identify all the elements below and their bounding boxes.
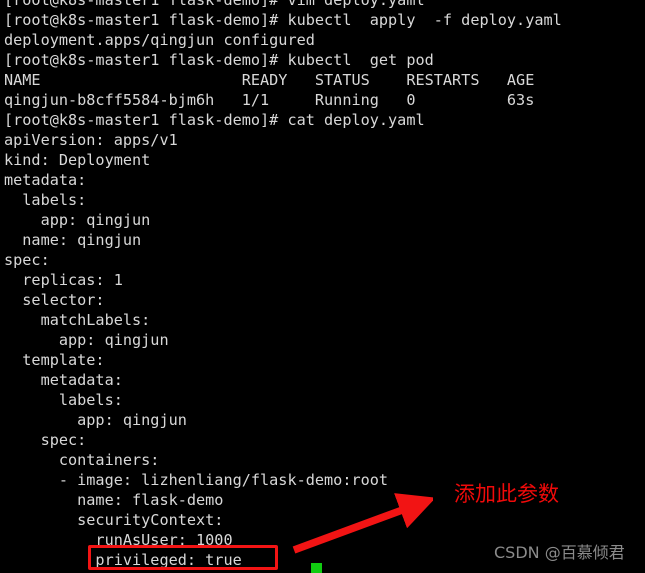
highlight-box-privileged: [88, 545, 278, 570]
terminal-line: kind: Deployment: [4, 151, 151, 169]
terminal-line: metadata:: [4, 171, 87, 189]
terminal-line: name: qingjun: [4, 231, 142, 249]
terminal-line: qingjun-b8cff5584-bjm6h 1/1 Running 0 63…: [4, 91, 535, 109]
terminal-line: [root@k8s-master1 flask-demo]# cat deplo…: [4, 111, 425, 129]
annotation-label: 添加此参数: [454, 482, 559, 506]
terminal-line: metadata:: [4, 371, 123, 389]
terminal-line: app: qingjun: [4, 411, 187, 429]
terminal-line: app: qingjun: [4, 331, 169, 349]
terminal-line: replicas: 1: [4, 271, 123, 289]
terminal-line: labels:: [4, 191, 87, 209]
terminal-line: [root@k8s-master1 flask-demo]# kubectl a…: [4, 11, 562, 29]
terminal-line: selector:: [4, 291, 105, 309]
terminal-line: spec:: [4, 431, 87, 449]
terminal-window[interactable]: [root@k8s-master1 flask-demo]# vim deplo…: [0, 0, 645, 573]
terminal-line: labels:: [4, 391, 123, 409]
annotation-arrow-icon: [292, 493, 433, 554]
terminal-line: NAME READY STATUS RESTARTS AGE: [4, 71, 535, 89]
terminal-line: matchLabels:: [4, 311, 151, 329]
terminal-line: [root@k8s-master1 flask-demo]# vim deplo…: [4, 0, 425, 9]
terminal-line: apiVersion: apps/v1: [4, 131, 178, 149]
terminal-line: deployment.apps/qingjun configured: [4, 31, 315, 49]
terminal-cursor: [311, 563, 322, 573]
watermark-label: CSDN @百慕倾君: [494, 543, 625, 562]
terminal-line: app: qingjun: [4, 211, 151, 229]
terminal-line: containers:: [4, 451, 160, 469]
terminal-line: spec:: [4, 251, 50, 269]
terminal-line: [root@k8s-master1 flask-demo]# kubectl g…: [4, 51, 434, 69]
terminal-line: template:: [4, 351, 105, 369]
